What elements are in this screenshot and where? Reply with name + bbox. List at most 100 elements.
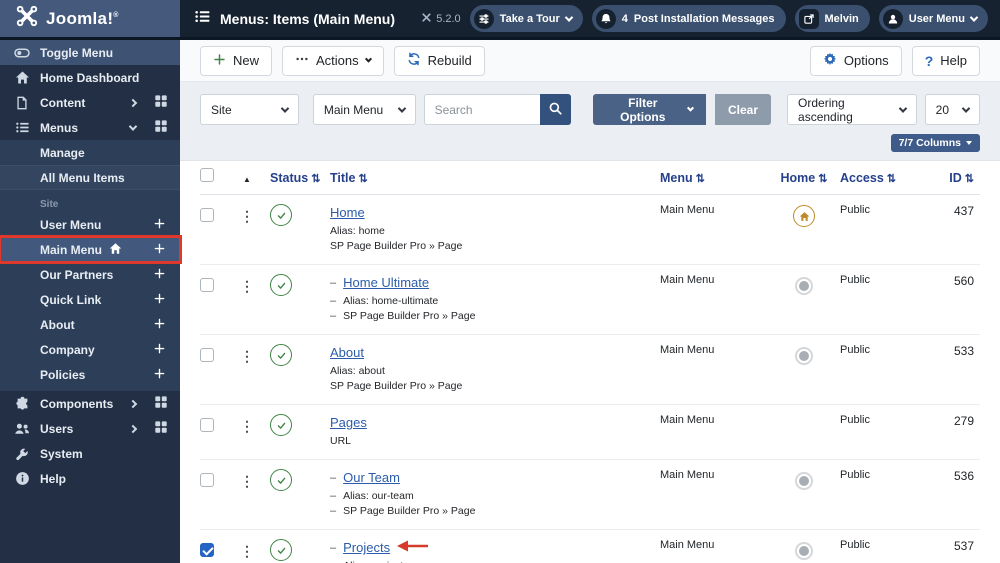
filter-options-button[interactable]: Filter Options	[592, 94, 706, 125]
sidebar-menu-company[interactable]: Company	[0, 337, 180, 362]
home-icon	[14, 70, 30, 86]
sidebar-menu-policies[interactable]: Policies	[0, 362, 180, 387]
menu-select[interactable]: Main Menu	[312, 94, 416, 125]
id-column-header[interactable]: ID	[928, 171, 980, 185]
row-checkbox[interactable]	[200, 208, 214, 222]
site-section-label: Site	[40, 199, 59, 210]
status-published-icon[interactable]	[270, 204, 292, 226]
add-icon[interactable]	[154, 318, 166, 332]
item-title-link[interactable]: Projects	[343, 539, 390, 557]
menu-column-header[interactable]: Menu	[660, 171, 768, 185]
drag-handle-icon[interactable]: ⋮	[240, 348, 254, 364]
sidebar-menu-main-menu[interactable]: Main Menu	[0, 235, 182, 264]
item-id-cell: 533	[953, 344, 974, 358]
dashboard-grid-icon[interactable]	[154, 119, 168, 136]
row-checkbox[interactable]	[200, 543, 214, 557]
help-button[interactable]: Help	[911, 45, 980, 76]
user-menu-button[interactable]: User Menu	[878, 5, 988, 32]
chevron-down-icon	[364, 55, 372, 63]
sidebar-menus[interactable]: Menus	[0, 115, 180, 140]
row-checkbox[interactable]	[200, 473, 214, 487]
ordering-select[interactable]: Ordering ascending	[787, 94, 917, 125]
wrench-icon	[14, 446, 30, 462]
dashboard-grid-icon[interactable]	[154, 94, 168, 111]
status-published-icon[interactable]	[270, 469, 292, 491]
item-title-link[interactable]: Home	[330, 204, 365, 222]
item-subline: SP Page Builder Pro » Page	[330, 504, 660, 519]
home-status-cell	[792, 539, 816, 563]
sidebar-toggle-menu[interactable]: Toggle Menu	[0, 40, 180, 65]
app-window: Joomla! Menus: Items (Main Menu) 5.2.0 T…	[0, 0, 1000, 563]
access-column-header[interactable]: Access	[840, 171, 928, 185]
item-sublines: Alias: home SP Page Builder Pro » Page	[330, 224, 660, 254]
sidebar-help[interactable]: Help	[0, 466, 180, 491]
home-unset-icon[interactable]	[795, 472, 813, 490]
plus-icon	[213, 53, 226, 69]
home-unset-icon[interactable]	[795, 277, 813, 295]
sidebar-menu-quick-link[interactable]: Quick Link	[0, 287, 180, 312]
home-default-icon[interactable]	[793, 205, 815, 227]
add-icon[interactable]	[154, 293, 166, 307]
item-title-link[interactable]: Pages	[330, 414, 367, 432]
rebuild-button[interactable]: Rebuild	[393, 45, 485, 76]
search-button[interactable]	[539, 94, 571, 125]
sidebar-system[interactable]: System	[0, 441, 180, 466]
item-title-link[interactable]: Home Ultimate	[343, 274, 429, 292]
joomla-logo[interactable]: Joomla!	[0, 0, 180, 37]
file-icon	[14, 95, 30, 111]
status-published-icon[interactable]	[270, 539, 292, 561]
status-published-icon[interactable]	[270, 344, 292, 366]
dashboard-grid-icon[interactable]	[154, 395, 168, 412]
sidebar-users[interactable]: Users	[0, 416, 180, 441]
status-published-icon[interactable]	[270, 414, 292, 436]
limit-select[interactable]: 20	[924, 94, 980, 125]
sidebar-menu-user-menu[interactable]: User Menu	[0, 212, 180, 237]
sidebar-components[interactable]: Components	[0, 391, 180, 416]
drag-handle-icon[interactable]: ⋮	[240, 418, 254, 434]
drag-handle-icon[interactable]: ⋮	[240, 543, 254, 559]
add-icon[interactable]	[154, 343, 166, 357]
search-input[interactable]	[423, 94, 540, 125]
table-header: Status Title Menu Home Access ID	[200, 161, 980, 195]
sidebar-menu-about[interactable]: About	[0, 312, 180, 337]
row-checkbox[interactable]	[200, 348, 214, 362]
home-unset-icon[interactable]	[795, 542, 813, 560]
options-button[interactable]: Options	[809, 45, 902, 76]
drag-handle-icon[interactable]: ⋮	[240, 208, 254, 224]
sidebar-content[interactable]: Content	[0, 90, 180, 115]
add-icon[interactable]	[154, 218, 166, 232]
item-title-link[interactable]: About	[330, 344, 364, 362]
home-unset-icon[interactable]	[795, 347, 813, 365]
clear-button[interactable]: Clear	[715, 94, 772, 125]
columns-button[interactable]: 7/7 Columns	[890, 134, 980, 152]
ordering-column-header[interactable]	[230, 171, 264, 185]
title-column-header[interactable]: Title	[312, 171, 660, 185]
sidebar-manage[interactable]: Manage	[0, 140, 180, 165]
search-icon	[548, 101, 563, 119]
dashboard-grid-icon[interactable]	[154, 420, 168, 437]
post-installation-messages-button[interactable]: 4 Post Installation Messages	[591, 5, 786, 32]
add-icon[interactable]	[154, 368, 166, 382]
sidebar-all-menu-items[interactable]: All Menu Items	[0, 165, 180, 190]
question-icon	[925, 53, 934, 69]
row-checkbox[interactable]	[200, 278, 214, 292]
home-column-header[interactable]: Home	[768, 171, 840, 185]
drag-handle-icon[interactable]: ⋮	[240, 278, 254, 294]
row-checkbox[interactable]	[200, 418, 214, 432]
sidebar-home-dashboard[interactable]: Home Dashboard	[0, 65, 180, 90]
actions-button[interactable]: Actions	[282, 45, 384, 76]
status-column-header[interactable]: Status	[264, 171, 312, 185]
sidebar-menu-our-partners[interactable]: Our Partners	[0, 262, 180, 287]
status-published-icon[interactable]	[270, 274, 292, 296]
select-all-checkbox[interactable]	[200, 168, 214, 182]
user-account-button[interactable]: Melvin	[794, 5, 870, 32]
site-select[interactable]: Site	[200, 94, 299, 125]
home-status-cell	[792, 469, 816, 493]
drag-handle-icon[interactable]: ⋮	[240, 473, 254, 489]
caret-down-icon	[966, 141, 972, 145]
take-a-tour-button[interactable]: Take a Tour	[469, 5, 583, 32]
new-button[interactable]: New	[200, 45, 273, 76]
item-title-link[interactable]: Our Team	[343, 469, 400, 487]
add-icon[interactable]	[154, 243, 166, 257]
add-icon[interactable]	[154, 268, 166, 282]
